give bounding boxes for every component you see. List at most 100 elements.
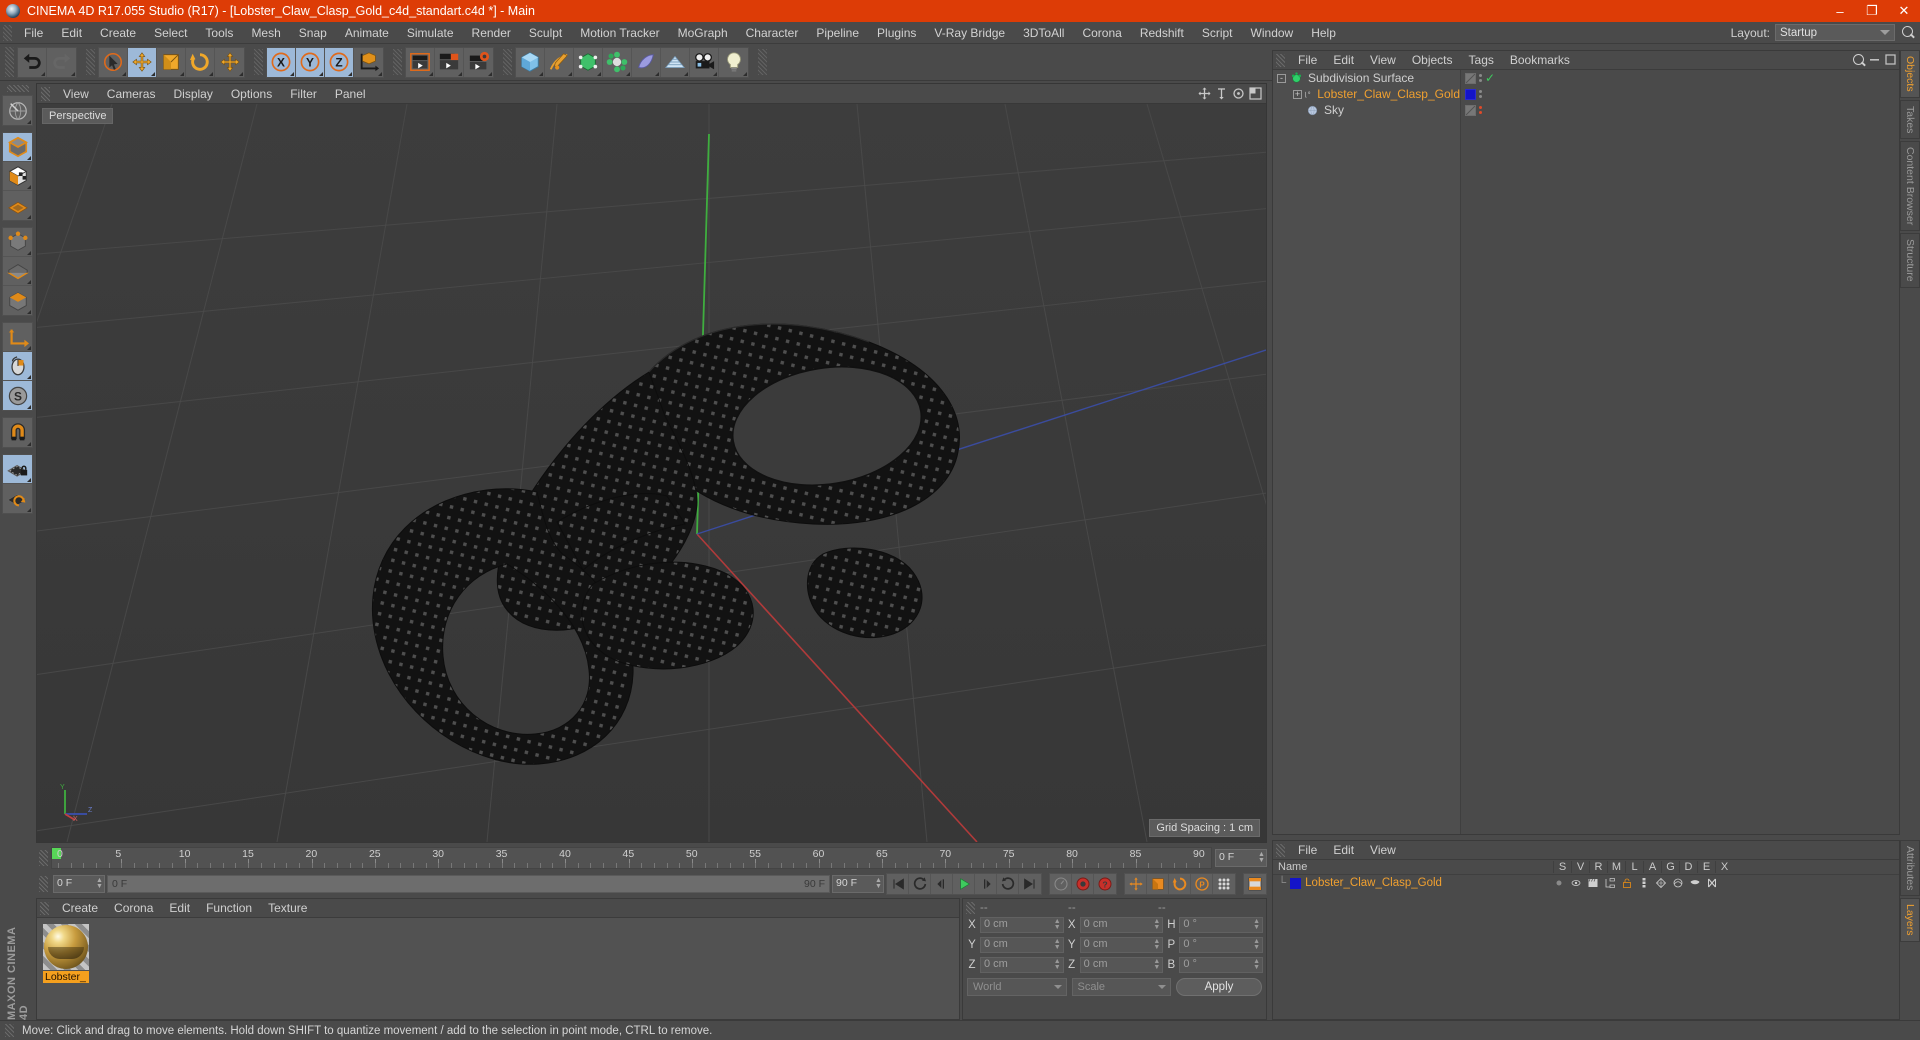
menu-item-character[interactable]: Character bbox=[737, 22, 808, 44]
search-icon[interactable] bbox=[1851, 53, 1865, 67]
coord-input-z-2[interactable]: 0 cm ▲ ▼ bbox=[980, 956, 1064, 973]
more-options-icon[interactable] bbox=[27, 442, 31, 446]
array-button[interactable] bbox=[603, 47, 632, 77]
viewport-menu-options[interactable]: Options bbox=[222, 84, 281, 104]
more-options-icon[interactable] bbox=[180, 71, 184, 76]
dot-handles[interactable] bbox=[1479, 90, 1482, 98]
position-key-button[interactable] bbox=[1125, 874, 1147, 894]
scale-button[interactable] bbox=[157, 47, 186, 77]
more-options-icon[interactable] bbox=[71, 71, 75, 76]
scene-floor-button[interactable] bbox=[661, 47, 690, 77]
material-menu-texture[interactable]: Texture bbox=[260, 899, 315, 918]
more-options-icon[interactable] bbox=[539, 71, 543, 76]
layout-dropdown[interactable]: Startup bbox=[1775, 24, 1895, 41]
spinner-icon[interactable]: ▲ ▼ bbox=[875, 877, 882, 890]
menu-item-animate[interactable]: Animate bbox=[336, 22, 398, 44]
workplane-align-button[interactable] bbox=[3, 484, 32, 513]
material-list[interactable]: Lobster_ bbox=[37, 918, 959, 1019]
spinner-icon[interactable]: ▲ ▼ bbox=[1153, 918, 1160, 931]
more-options-icon[interactable] bbox=[597, 71, 601, 76]
object-menu-tags[interactable]: Tags bbox=[1461, 51, 1502, 70]
more-options-icon[interactable] bbox=[27, 508, 31, 512]
coord-input-p-1[interactable]: 0 ° ▲ ▼ bbox=[1179, 936, 1264, 953]
coord-mode-dropdown[interactable]: Scale bbox=[1071, 978, 1171, 996]
material-tag-icon[interactable] bbox=[1465, 88, 1476, 100]
more-options-icon[interactable] bbox=[348, 71, 352, 76]
coord-input-h-0[interactable]: 0 ° ▲ ▼ bbox=[1179, 916, 1264, 933]
spinner-icon[interactable]: ▲ ▼ bbox=[1054, 958, 1061, 971]
step-back-button[interactable] bbox=[931, 874, 953, 894]
param-level-button[interactable] bbox=[1213, 874, 1235, 894]
material-menu-corona[interactable]: Corona bbox=[106, 899, 161, 918]
spinner-icon[interactable]: ▲ ▼ bbox=[1258, 851, 1265, 864]
toolbar-grip-handle[interactable] bbox=[5, 47, 14, 77]
dot-handles[interactable] bbox=[1479, 106, 1482, 114]
more-options-icon[interactable] bbox=[429, 71, 433, 76]
more-options-icon[interactable] bbox=[684, 71, 688, 76]
coord-system-dropdown[interactable]: World bbox=[967, 978, 1067, 996]
material-item[interactable]: Lobster_ bbox=[43, 924, 89, 1013]
menu-grip-handle[interactable] bbox=[3, 24, 12, 41]
end-frame-field[interactable]: 90 F ▲ ▼ bbox=[832, 875, 884, 893]
menu-item-snap[interactable]: Snap bbox=[290, 22, 336, 44]
toolbar-group-grip[interactable] bbox=[503, 49, 512, 75]
object-tree[interactable]: - Subdivision Surface +0 Lobster_Claw_Clasp… bbox=[1273, 70, 1461, 834]
soft-selection-button[interactable]: S bbox=[3, 381, 32, 410]
spinner-icon[interactable]: ▲ ▼ bbox=[1253, 958, 1260, 971]
z-axis-button[interactable]: Z bbox=[325, 47, 354, 77]
menu-item-create[interactable]: Create bbox=[91, 22, 145, 44]
more-options-icon[interactable] bbox=[151, 71, 155, 76]
spinner-icon[interactable]: ▲ ▼ bbox=[1054, 938, 1061, 951]
more-options-icon[interactable] bbox=[27, 185, 31, 189]
more-options-icon[interactable] bbox=[27, 251, 31, 255]
more-options-icon[interactable] bbox=[27, 405, 31, 409]
x-axis-button[interactable]: X bbox=[267, 47, 296, 77]
viewport-grip-handle[interactable] bbox=[41, 86, 50, 101]
object-menu-file[interactable]: File bbox=[1290, 51, 1325, 70]
toolbar-group-grip[interactable] bbox=[86, 49, 95, 75]
step-forward-button[interactable] bbox=[975, 874, 997, 894]
select-cursor-button[interactable] bbox=[99, 47, 128, 77]
axis-modify-button[interactable] bbox=[3, 323, 32, 352]
texture-mode-button[interactable] bbox=[3, 162, 32, 191]
more-options-icon[interactable] bbox=[122, 71, 126, 76]
more-options-icon[interactable] bbox=[378, 71, 382, 76]
layers-menu-edit[interactable]: Edit bbox=[1325, 841, 1362, 860]
material-menu-create[interactable]: Create bbox=[54, 899, 106, 918]
timeline-track[interactable]: 0 5 10 15 20 25 30 35 40 45 50 55 60 65 70 75 80 85 90 bbox=[51, 847, 1212, 869]
minimize-panel-icon[interactable] bbox=[1868, 53, 1881, 66]
layer-toggle-icons[interactable] bbox=[1553, 877, 1718, 889]
current-frame-field[interactable]: 0 F ▲ ▼ bbox=[53, 875, 105, 893]
object-menu-bookmarks[interactable]: Bookmarks bbox=[1502, 51, 1578, 70]
nurbs-button[interactable] bbox=[574, 47, 603, 77]
right-tab-structure[interactable]: Structure bbox=[1900, 233, 1920, 288]
rotation-key-button[interactable] bbox=[1169, 874, 1191, 894]
light-button[interactable] bbox=[719, 48, 748, 77]
more-options-icon[interactable] bbox=[626, 71, 630, 76]
object-row[interactable]: +0 Lobster_Claw_Clasp_Gold bbox=[1273, 86, 1460, 102]
toolbar-group-grip[interactable] bbox=[758, 49, 767, 75]
display-tag-icon[interactable] bbox=[1465, 72, 1476, 84]
more-options-icon[interactable] bbox=[27, 215, 31, 219]
menu-item-window[interactable]: Window bbox=[1242, 22, 1303, 44]
camera-button[interactable] bbox=[690, 47, 719, 77]
layer-row[interactable]: └ Lobster_Claw_Clasp_Gold bbox=[1273, 875, 1899, 891]
layer-color-swatch[interactable] bbox=[1290, 877, 1302, 889]
layers-menu-file[interactable]: File bbox=[1290, 841, 1325, 860]
more-options-icon[interactable] bbox=[27, 375, 31, 379]
edges-mode-button[interactable] bbox=[3, 257, 32, 286]
viewport-solo-button[interactable] bbox=[3, 352, 32, 381]
render-view-button[interactable] bbox=[406, 47, 435, 77]
coordinates-grip-handle[interactable] bbox=[966, 901, 975, 914]
cube-primitive-button[interactable] bbox=[516, 47, 545, 77]
menu-item-select[interactable]: Select bbox=[145, 22, 196, 44]
spinner-icon[interactable]: ▲ ▼ bbox=[1054, 918, 1061, 931]
right-tab-attributes[interactable]: Attributes bbox=[1900, 840, 1920, 897]
go-to-end-button[interactable] bbox=[1019, 874, 1041, 894]
autokey-button[interactable] bbox=[1050, 874, 1072, 894]
visible-check-icon[interactable]: ✓ bbox=[1485, 72, 1495, 84]
more-options-icon[interactable] bbox=[319, 71, 323, 76]
maximize-button[interactable]: ❐ bbox=[1856, 0, 1888, 22]
menu-item-3dtoall[interactable]: 3DToAll bbox=[1014, 22, 1073, 44]
viewport-menu-display[interactable]: Display bbox=[164, 84, 221, 104]
